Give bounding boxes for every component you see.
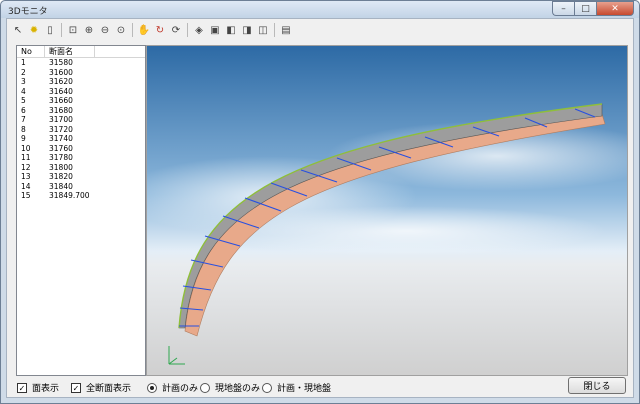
column-header-name[interactable]: 断面名 [45, 46, 95, 57]
view-top-icon[interactable]: ◈ [192, 22, 206, 38]
list-item[interactable]: 11 31780 [17, 153, 145, 163]
list-item-name: 31640 [49, 86, 73, 96]
toolbar-separator [61, 23, 62, 37]
list-item-no: 5 [21, 96, 26, 105]
list-item[interactable]: 4 31640 [17, 87, 145, 97]
checkbox-box[interactable]: ✓ [17, 382, 27, 393]
list-item[interactable]: 8 31720 [17, 125, 145, 135]
list-item-no: 4 [21, 86, 26, 96]
list-item-no: 6 [21, 105, 26, 115]
3d-scene [147, 46, 627, 375]
list-item[interactable]: 1 31580 [17, 58, 145, 68]
monitor-window: 3Dモニタ – □ ✕ ↖ ✹ ▯ ⊡ ⊕ ⊖ ⊙ ✋ ↻ ⟳ ◈ ▣ ◧ ◨ … [0, 0, 640, 404]
zoom-in-icon[interactable]: ⊕ [82, 22, 96, 38]
view-iso-icon[interactable]: ◨ [240, 22, 254, 38]
toolbar-separator [132, 23, 133, 37]
trash-icon[interactable]: ▯ [43, 22, 57, 38]
list-item-name: 31840 [49, 181, 73, 191]
section-list-header: No 断面名 [17, 46, 145, 58]
radio-button[interactable] [262, 382, 272, 393]
light-bulb-icon[interactable]: ✹ [27, 22, 41, 38]
list-item-name: 31800 [49, 162, 73, 172]
toolbar: ↖ ✹ ▯ ⊡ ⊕ ⊖ ⊙ ✋ ↻ ⟳ ◈ ▣ ◧ ◨ ◫ ▤ [7, 19, 633, 41]
radio-plan-only-label: 計画のみ [162, 384, 199, 394]
list-item-name: 31780 [49, 153, 73, 162]
radio-button[interactable] [200, 382, 210, 393]
show-all-sections-checkbox[interactable]: ✓ 全断面表示 [71, 381, 131, 394]
list-item-name: 31720 [49, 124, 73, 134]
radio-plan-and-ground-label: 計画・現地盤 [277, 384, 332, 394]
view-reset-icon[interactable]: ◫ [256, 22, 270, 38]
close-window-button[interactable]: ✕ [596, 1, 634, 16]
list-item-name: 31820 [49, 172, 73, 181]
list-item[interactable]: 14 31840 [17, 182, 145, 192]
list-item-no: 7 [21, 115, 26, 124]
zoom-fit-icon[interactable]: ⊡ [66, 22, 80, 38]
camera-icon[interactable]: ▤ [279, 22, 293, 38]
list-item[interactable]: 2 31600 [17, 68, 145, 78]
list-item-no: 13 [21, 172, 31, 181]
zoom-out-icon[interactable]: ⊖ [98, 22, 112, 38]
column-header-no[interactable]: No [17, 46, 45, 57]
rotate-free-icon[interactable]: ⟳ [169, 22, 183, 38]
maximize-button[interactable]: □ [574, 1, 596, 16]
list-item-no: 2 [21, 67, 26, 77]
radio-ground-only[interactable]: 現地盤のみ [200, 381, 260, 394]
window-controls: – □ ✕ [552, 1, 634, 16]
list-item[interactable]: 5 31660 [17, 96, 145, 106]
list-item-no: 1 [21, 58, 26, 67]
view-front-icon[interactable]: ▣ [208, 22, 222, 38]
list-item-name: 31600 [49, 67, 73, 77]
options-bar: ✓ 面表示 ✓ 全断面表示 計画のみ 現地盤のみ 計画・現地盤 閉じる [7, 376, 633, 398]
radio-plan-and-ground[interactable]: 計画・現地盤 [262, 381, 331, 394]
zoom-window-icon[interactable]: ⊙ [114, 22, 128, 38]
list-item-no: 8 [21, 124, 26, 134]
list-item-no: 12 [21, 162, 31, 172]
toolbar-separator [274, 23, 275, 37]
checkbox-box[interactable]: ✓ [71, 382, 81, 393]
list-item-name: 31740 [49, 134, 73, 143]
list-item[interactable]: 7 31700 [17, 115, 145, 125]
list-item-name: 31660 [49, 96, 73, 105]
list-item[interactable]: 9 31740 [17, 134, 145, 144]
list-item-no: 9 [21, 134, 26, 143]
select-cursor-icon[interactable]: ↖ [11, 22, 25, 38]
list-item-name: 31620 [49, 77, 73, 86]
show-surface-label: 面表示 [32, 384, 60, 394]
title-bar[interactable]: 3Dモニタ – □ ✕ [1, 1, 639, 18]
list-item[interactable]: 10 31760 [17, 144, 145, 154]
toolbar-separator [187, 23, 188, 37]
radio-ground-only-label: 現地盤のみ [215, 384, 261, 394]
list-item[interactable]: 3 31620 [17, 77, 145, 87]
list-item-no: 3 [21, 77, 26, 86]
list-item-no: 10 [21, 143, 31, 153]
client-area: ↖ ✹ ▯ ⊡ ⊕ ⊖ ⊙ ✋ ↻ ⟳ ◈ ▣ ◧ ◨ ◫ ▤ No 断面名 1… [6, 18, 634, 398]
list-item-name: 31700 [49, 115, 73, 124]
close-button[interactable]: 閉じる [568, 377, 626, 394]
list-item-name: 31849.700 [49, 191, 90, 200]
list-item[interactable]: 12 31800 [17, 163, 145, 173]
list-item[interactable]: 13 31820 [17, 172, 145, 182]
list-item-no: 14 [21, 181, 31, 191]
list-item-no: 11 [21, 153, 31, 162]
list-item-name: 31680 [49, 105, 73, 115]
radio-plan-only[interactable]: 計画のみ [147, 381, 198, 394]
section-list-body: 1 31580 2 31600 3 31620 4 31640 5 31660 6 31680 7 317… [17, 58, 145, 201]
section-list[interactable]: No 断面名 1 31580 2 31600 3 31620 4 31640 5 31660 6 31… [16, 45, 146, 376]
pan-hand-icon[interactable]: ✋ [137, 22, 151, 38]
window-title: 3Dモニタ [8, 7, 48, 17]
list-item[interactable]: 6 31680 [17, 106, 145, 116]
list-item[interactable]: 15 31849.700 [17, 191, 145, 201]
show-all-sections-label: 全断面表示 [86, 384, 132, 394]
list-item-name: 31760 [49, 143, 73, 153]
3d-viewport[interactable] [146, 45, 628, 376]
list-item-name: 31580 [49, 58, 73, 67]
list-item-no: 15 [21, 191, 31, 200]
show-surface-checkbox[interactable]: ✓ 面表示 [17, 381, 59, 394]
rotate-icon[interactable]: ↻ [153, 22, 167, 38]
minimize-button[interactable]: – [552, 1, 574, 16]
view-side-icon[interactable]: ◧ [224, 22, 238, 38]
radio-button[interactable] [147, 382, 157, 393]
